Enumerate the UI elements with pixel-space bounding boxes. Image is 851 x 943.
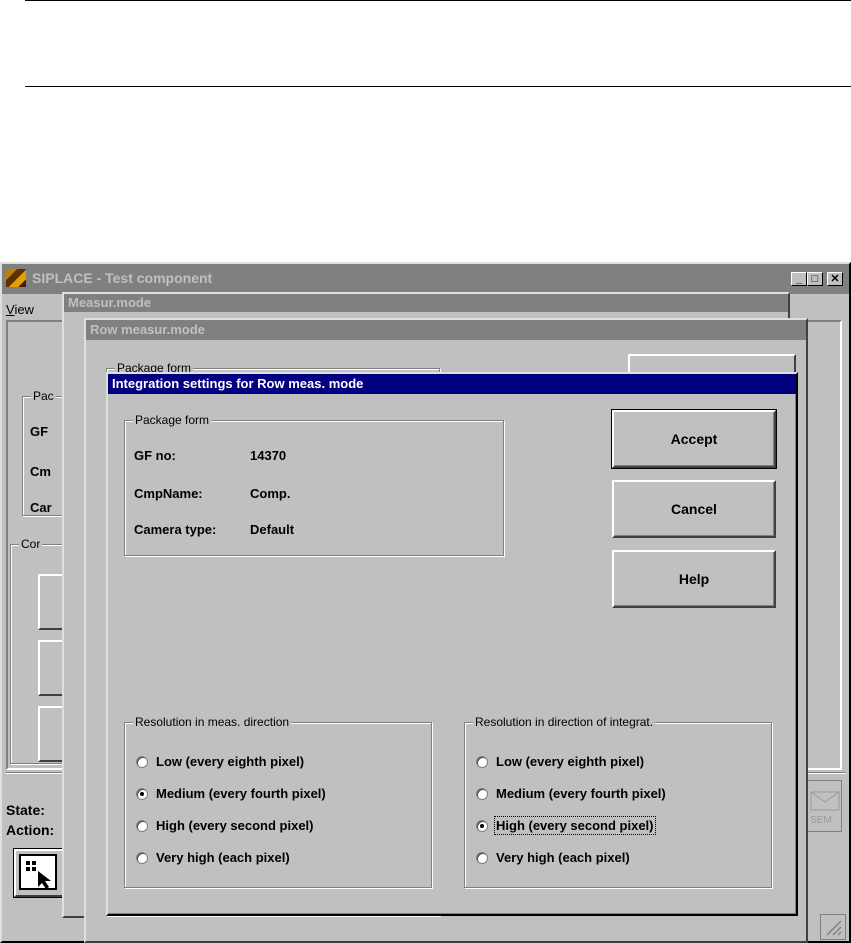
sem-panel: SEM xyxy=(806,780,842,832)
meas-radio-very-high[interactable]: Very high (each pixel) xyxy=(136,850,290,865)
cmpname-label: CmpName: xyxy=(134,486,203,501)
maximize-button[interactable]: □ xyxy=(807,272,823,286)
meas-radio-high-label: High (every second pixel) xyxy=(156,818,314,833)
meas-radio-high-circle[interactable] xyxy=(136,819,148,832)
meas-radio-high[interactable]: High (every second pixel) xyxy=(136,818,314,833)
top-rule xyxy=(25,0,851,1)
meas-radio-medium[interactable]: Medium (every fourth pixel) xyxy=(136,786,326,801)
meas-radio-medium-label: Medium (every fourth pixel) xyxy=(156,786,326,801)
resize-grip-icon xyxy=(826,920,842,936)
action-label: Action: xyxy=(6,822,55,838)
close-button[interactable]: ✕ xyxy=(827,272,843,286)
integ-radio-medium[interactable]: Medium (every fourth pixel) xyxy=(476,786,666,801)
cancel-button[interactable]: Cancel xyxy=(612,480,776,538)
integ-radio-high-label: High (every second pixel) xyxy=(494,816,656,835)
package-form-title: Package form xyxy=(133,413,212,427)
meas-direction-title: Resolution in meas. direction xyxy=(133,715,292,729)
meas-radio-medium-circle[interactable] xyxy=(136,787,148,800)
meas-radio-very-high-label: Very high (each pixel) xyxy=(156,850,290,865)
sem-label: SEM xyxy=(810,815,832,826)
main-titlebar: SIPLACE - Test component _ □ ✕ xyxy=(2,264,849,294)
control-group-partial-title: Cor xyxy=(19,537,43,551)
main-title: SIPLACE - Test component xyxy=(32,270,213,286)
gf-no-value: 14370 xyxy=(250,448,287,463)
state-label: State: xyxy=(6,802,45,818)
camera-type-value: Default xyxy=(250,522,295,537)
dialog-title: Integration settings for Row meas. mode xyxy=(108,374,796,394)
envelope-icon xyxy=(810,791,840,811)
meas-radio-low-circle[interactable] xyxy=(136,755,148,768)
pointer-grid-icon xyxy=(19,854,57,890)
integ-radio-high[interactable]: High (every second pixel) xyxy=(476,816,656,835)
camera-type-label: Camera type: xyxy=(134,522,217,537)
integ-radio-very-high[interactable]: Very high (each pixel) xyxy=(476,850,630,865)
gf-no-label: GF no: xyxy=(134,448,176,463)
package-group-partial-title: Pac xyxy=(31,389,56,403)
cmp-label-partial: Cm xyxy=(30,464,51,479)
meas-radio-very-high-circle[interactable] xyxy=(136,851,148,864)
integ-radio-low[interactable]: Low (every eighth pixel) xyxy=(476,754,644,769)
integ-radio-medium-label: Medium (every fourth pixel) xyxy=(496,786,666,801)
menu-view-rest: iew xyxy=(14,302,34,317)
menu-view[interactable]: View xyxy=(6,302,34,317)
gf-label-partial: GF xyxy=(30,424,49,439)
help-button[interactable]: Help xyxy=(612,550,776,608)
integ-radio-very-high-circle[interactable] xyxy=(476,851,488,864)
integ-radio-high-circle[interactable] xyxy=(476,819,488,832)
second-rule xyxy=(25,86,851,87)
meas-radio-low[interactable]: Low (every eighth pixel) xyxy=(136,754,304,769)
app-icon xyxy=(6,269,26,287)
camera-label-partial: Car xyxy=(30,500,52,515)
integ-radio-medium-circle[interactable] xyxy=(476,787,488,800)
minimize-button[interactable]: _ xyxy=(791,272,807,286)
cmpname-value: Comp. xyxy=(250,486,291,501)
integ-radio-low-circle[interactable] xyxy=(476,755,488,768)
measur-title: Measur.mode xyxy=(64,294,788,312)
accept-button[interactable]: Accept xyxy=(611,409,777,469)
integ-direction-title: Resolution in direction of integrat. xyxy=(473,715,656,729)
size-grip[interactable] xyxy=(820,914,846,940)
meas-radio-low-label: Low (every eighth pixel) xyxy=(156,754,305,769)
integration-dialog: Integration settings for Row meas. mode … xyxy=(106,372,798,916)
integ-radio-low-label: Low (every eighth pixel) xyxy=(496,754,645,769)
row-title: Row measur.mode xyxy=(86,320,806,340)
pointer-tool-button[interactable] xyxy=(13,848,65,898)
integ-radio-very-high-label: Very high (each pixel) xyxy=(496,850,630,865)
